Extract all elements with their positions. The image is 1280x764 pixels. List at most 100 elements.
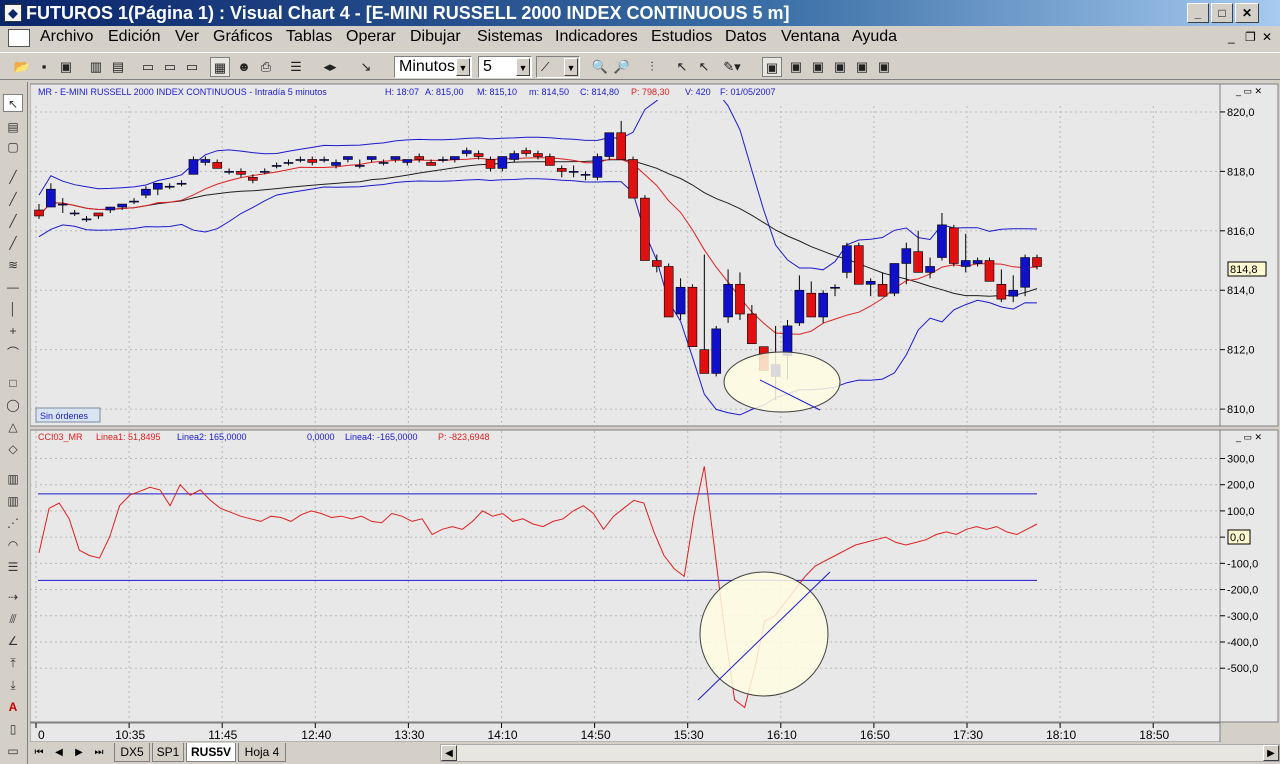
bar-chart-icon[interactable]: ▥ (86, 57, 106, 77)
candle-body[interactable] (224, 171, 234, 173)
arrow-up-icon[interactable]: ⤒ (3, 654, 23, 672)
fan-icon[interactable]: ⋰ (3, 514, 23, 532)
channel-icon[interactable]: ≋ (3, 256, 23, 274)
ellipse-icon[interactable]: ◯ (3, 396, 23, 414)
candle-body[interactable] (640, 197, 650, 261)
candle-body[interactable] (853, 245, 864, 285)
print-icon[interactable]: ⎙ (256, 57, 276, 77)
cci-panel[interactable] (29, 429, 1221, 723)
arc-icon[interactable]: ◠ (3, 536, 23, 554)
menu-graficos[interactable]: Gráficos (213, 28, 273, 46)
menu-indicadores[interactable]: Indicadores (555, 28, 638, 46)
crosshair-icon[interactable]: + (3, 322, 23, 340)
candle-body[interactable] (1032, 257, 1042, 267)
price-axis[interactable] (1219, 83, 1279, 427)
chart-area[interactable]: 820,0 818,0 816,0 814,0 812,0 810,0 300,0 200,0… (29, 82, 1280, 744)
candle-body[interactable] (568, 171, 579, 173)
menu-estudios[interactable]: Estudios (651, 28, 712, 46)
candle-body[interactable] (69, 212, 80, 215)
fibonacci-icon[interactable]: ⇢ (3, 588, 23, 606)
candle-body[interactable] (1020, 257, 1030, 288)
candle-body[interactable] (497, 156, 508, 169)
mdi-minimize-button[interactable]: _ (1228, 30, 1235, 44)
menu-dibujar[interactable]: Dibujar (410, 28, 461, 46)
candle-body[interactable] (414, 156, 424, 160)
angle-icon[interactable]: ∠ (3, 632, 23, 650)
horizontal-line-icon[interactable]: — (3, 278, 23, 296)
chart-svg[interactable]: 820,0 818,0 816,0 814,0 812,0 810,0 300,0 200,0… (29, 82, 1280, 744)
candle-body[interactable] (675, 286, 686, 315)
candle-body[interactable] (450, 156, 460, 160)
candle-body[interactable] (984, 260, 995, 282)
layout-3-icon[interactable]: ▣ (808, 57, 828, 77)
candle-body[interactable] (913, 251, 923, 273)
candle-body[interactable] (830, 286, 840, 289)
menu-operar[interactable]: Operar (346, 28, 396, 46)
cursor-tool-icon[interactable]: ↘ (356, 57, 376, 77)
candle-body[interactable] (842, 245, 852, 273)
candle-body[interactable] (212, 162, 223, 169)
properties-icon[interactable]: ☰ (286, 57, 306, 77)
close-button[interactable]: ✕ (1235, 3, 1259, 23)
candle-body[interactable] (794, 289, 805, 324)
horizontal-scrollbar[interactable]: ◀ ▶ (440, 744, 1280, 762)
mdi-restore-button[interactable]: ❐ (1245, 30, 1256, 44)
candle-body[interactable] (723, 283, 733, 318)
period-unit-select[interactable]: Minutos ▼ (394, 56, 472, 78)
pen-icon[interactable]: ✎▾ (718, 57, 746, 77)
candle-body[interactable] (782, 325, 793, 356)
candle-body[interactable] (295, 159, 306, 161)
grid-icon[interactable]: ▦ (210, 57, 230, 77)
candle-body[interactable] (937, 224, 947, 258)
candle-body[interactable] (485, 159, 496, 169)
candle-body[interactable] (711, 328, 722, 374)
candle-body[interactable] (283, 162, 294, 164)
candle-body[interactable] (521, 150, 531, 154)
sheet-tab-rus5v[interactable]: RUS5V (186, 743, 236, 762)
zoom-out-icon[interactable]: 🔍 (590, 57, 610, 77)
layout-6-icon[interactable]: ▣ (874, 57, 894, 77)
mdi-close-button[interactable]: ✕ (1262, 30, 1272, 44)
window-new-icon[interactable]: ▭ (160, 57, 180, 77)
candle-body[interactable] (319, 159, 329, 161)
layout-1-icon[interactable]: ▣ (762, 57, 782, 77)
zoom-in-icon[interactable]: 🔎 (612, 57, 632, 77)
line-icon[interactable]: ╱ (3, 190, 23, 208)
menu-archivo[interactable]: Archivo (40, 28, 93, 46)
candle-body[interactable] (735, 283, 745, 315)
menu-tablas[interactable]: Tablas (286, 28, 332, 46)
grid-columns-icon[interactable]: ▥ (3, 492, 23, 510)
maximize-button[interactable]: □ (1211, 3, 1233, 23)
menu-datos[interactable]: Datos (725, 28, 767, 46)
candle-body[interactable] (81, 218, 92, 221)
save-icon[interactable]: ▪ (34, 57, 54, 77)
period-value-select[interactable]: 5 ▼ (478, 56, 532, 78)
scroll-arrows-icon[interactable]: ◂▸ (310, 57, 350, 77)
vertical-line-icon[interactable]: │ (3, 300, 23, 318)
candle-body[interactable] (901, 248, 912, 264)
cci-circle-annotation[interactable] (699, 571, 829, 697)
candle-body[interactable] (438, 159, 448, 161)
indicator-icon[interactable]: ⫶ (642, 57, 662, 77)
candle-body[interactable] (164, 185, 175, 188)
candle-body[interactable] (93, 212, 104, 217)
candle-body[interactable] (889, 263, 900, 294)
cci-panel-minimize-icon[interactable]: _ ▭ ✕ (1235, 432, 1262, 442)
menu-ayuda[interactable]: Ayuda (852, 28, 897, 46)
last-sheet-icon[interactable]: ⏭ (90, 744, 108, 762)
candle-body[interactable] (461, 150, 472, 154)
minimize-button[interactable]: _ (1187, 3, 1209, 23)
triangle-icon[interactable]: △ (3, 418, 23, 436)
cci-axis[interactable] (1219, 429, 1279, 723)
scroll-right-icon[interactable]: ▶ (1263, 745, 1279, 761)
candle-body[interactable] (366, 156, 377, 160)
candle-body[interactable] (1008, 289, 1019, 297)
people-icon[interactable]: ☻ (234, 57, 254, 77)
save-all-icon[interactable]: ▣ (56, 57, 76, 77)
select-arrow-icon[interactable]: ↖ (3, 94, 23, 112)
price-panel-minimize-icon[interactable]: _ ▭ ✕ (1235, 86, 1262, 96)
prev-sheet-icon[interactable]: ◀ (50, 744, 68, 762)
open-folder-icon[interactable]: 📂 (12, 57, 32, 77)
candle-body[interactable] (343, 156, 353, 160)
candle-body[interactable] (473, 153, 484, 157)
